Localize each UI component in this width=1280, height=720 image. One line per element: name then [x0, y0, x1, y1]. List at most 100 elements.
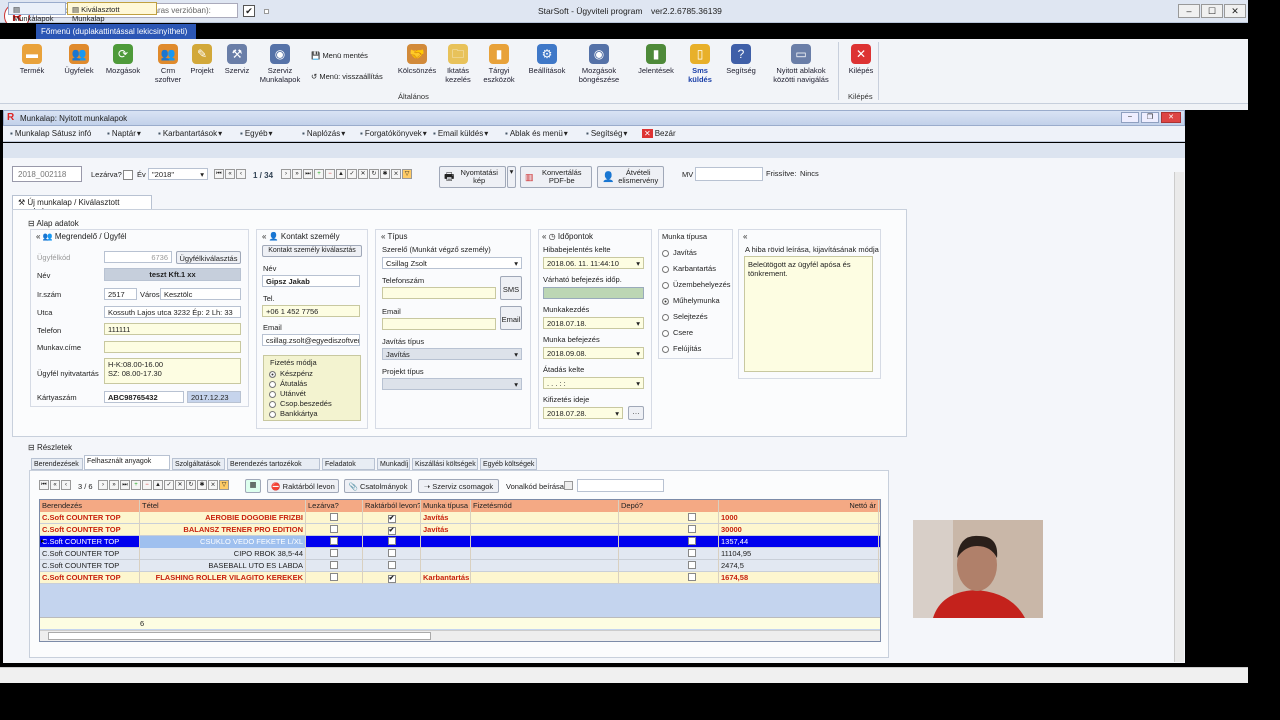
grid-prev-button[interactable]: ‹: [61, 480, 71, 490]
next-record-button[interactable]: ›: [281, 169, 291, 179]
detail-tab[interactable]: Kiszállási költségek: [412, 458, 478, 470]
prev-page-button[interactable]: «: [225, 169, 235, 179]
payment-option[interactable]: Bankkártya: [269, 409, 318, 418]
project-type-select[interactable]: ▾: [382, 378, 522, 390]
detail-tab[interactable]: Felhasznált anyagok: [84, 455, 170, 470]
next-page-button[interactable]: »: [292, 169, 302, 179]
filter-clear-button[interactable]: ⨯: [391, 169, 401, 179]
print-dropdown-button[interactable]: ▾: [507, 166, 516, 188]
mv-input[interactable]: [695, 167, 763, 181]
warehouse-confirm-checkbox[interactable]: ✔: [243, 5, 255, 17]
customer-code-input[interactable]: 6736: [104, 251, 172, 263]
grid-cell[interactable]: C.Soft COUNTER TOP: [40, 512, 140, 524]
work-type-option[interactable]: Karbantartás: [662, 264, 716, 273]
end-date-input[interactable]: 2018.09.08. ▾: [543, 347, 644, 359]
child-minimize-button[interactable]: –: [1121, 112, 1139, 123]
ribbon-szerviz-button[interactable]: ⚒ Szerviz: [224, 44, 250, 75]
ribbon-kölcsönzés-button[interactable]: 🤝 Kölcsönzés: [397, 44, 437, 75]
contact-phone-input[interactable]: +06 1 452 7756: [262, 305, 360, 317]
grid-hscroll[interactable]: [40, 630, 880, 641]
report-date-input[interactable]: 2018.06. 11. 11:44:10 ▾: [543, 257, 644, 269]
sms-button[interactable]: SMS: [500, 276, 522, 300]
minimize-button[interactable]: –: [1178, 4, 1200, 18]
ribbon-iktatás-kezelés-button[interactable]: 🗀 Iktatás kezelés: [444, 44, 472, 84]
ribbon-nyitott-ablakok-közötti-navigálás-button[interactable]: ▭ Nyitott ablakok közötti navigálás: [769, 44, 833, 84]
work-type-option[interactable]: Javítás: [662, 248, 697, 257]
details-header[interactable]: ⊟ Részletek: [28, 443, 72, 452]
email-button[interactable]: Email: [500, 306, 522, 330]
grid-cell[interactable]: FLASHING ROLLER VILAGITO KEREKEK: [140, 572, 306, 584]
menu-item-5[interactable]: ▪ Forgatókönyvek▾: [360, 129, 427, 138]
radio-icon[interactable]: [269, 380, 276, 388]
tab-selected-worksheet[interactable]: ▤ Kiválasztott Munkalap: [67, 2, 157, 23]
radio-icon[interactable]: [269, 410, 276, 418]
grid-prev-page-button[interactable]: «: [50, 480, 60, 490]
grid-checkbox[interactable]: [330, 513, 338, 521]
receipt-button[interactable]: 👤 Átvételi elismervény: [597, 166, 664, 188]
detail-tab[interactable]: Berendezések: [31, 458, 83, 470]
grid-column-header[interactable]: Lezárva?: [306, 500, 363, 512]
bookmark-button[interactable]: ✱: [380, 169, 390, 179]
menu-item-7[interactable]: ▪ Ablak és menü▾: [505, 129, 568, 138]
ribbon-beállítások-button[interactable]: ⚙ Beállítások: [528, 44, 566, 75]
grid-checkbox[interactable]: [387, 561, 396, 569]
radio-icon[interactable]: [662, 265, 669, 273]
fault-collapse[interactable]: «: [743, 232, 747, 241]
radio-icon[interactable]: [662, 297, 669, 305]
grid-checkbox[interactable]: [687, 561, 696, 569]
mechanic-select[interactable]: Csillag Zsolt ▾: [382, 257, 522, 269]
grid-checkbox[interactable]: [387, 537, 396, 545]
menu-save-button[interactable]: 💾 Menü mentés: [311, 51, 368, 60]
grid-cancel-button[interactable]: ✕: [175, 480, 185, 490]
grid-checkbox[interactable]: ✔: [387, 575, 396, 583]
grid-checkbox[interactable]: [687, 549, 696, 557]
repair-type-select[interactable]: Javítás ▾: [382, 348, 522, 360]
ribbon-tárgyi-eszközök-button[interactable]: ▮ Tárgyi eszközök: [481, 44, 517, 84]
card-input[interactable]: ABC98765432: [104, 391, 184, 403]
sub-tab-worksheet[interactable]: ⚒ Új munkalap / Kiválasztott munkalap: [12, 195, 152, 216]
radio-icon[interactable]: [662, 329, 669, 337]
grid-cell[interactable]: 1357,44: [719, 536, 879, 548]
grid-cell[interactable]: 30000: [719, 524, 879, 536]
grid-checkbox[interactable]: [687, 573, 696, 581]
table-row[interactable]: C.Soft COUNTER TOP AEROBIE DOGOBIE FRIZBI…: [40, 512, 880, 524]
table-row[interactable]: C.Soft COUNTER TOP BASEBALL UTO ES LABDA 2…: [40, 560, 880, 572]
grid-checkbox[interactable]: [330, 525, 338, 533]
ribbon-crm-szoftver-button[interactable]: 👥 Crm szoftver: [152, 44, 184, 84]
grid-cell[interactable]: C.Soft COUNTER TOP: [40, 572, 140, 584]
ribbon-szerviz-munkalapok-button[interactable]: ◉ Szerviz Munkalapok: [257, 44, 303, 84]
payment-option[interactable]: Csop.beszedés: [269, 399, 332, 408]
grid-cell[interactable]: BALANSZ TRENER PRO EDITION: [140, 524, 306, 536]
grid-cell[interactable]: 2474,5: [719, 560, 879, 572]
city-input[interactable]: Kesztölc: [160, 288, 241, 300]
delete-record-button[interactable]: −: [325, 169, 335, 179]
start-date-input[interactable]: 2018.07.18. ▾: [543, 317, 644, 329]
ribbon-mozgások-button[interactable]: ⟳ Mozgások: [104, 44, 142, 75]
radio-icon[interactable]: [269, 390, 276, 398]
grid-cell[interactable]: C.Soft COUNTER TOP: [40, 536, 140, 548]
grid-next-button[interactable]: ›: [98, 480, 108, 490]
grid-filter-button[interactable]: ▽: [219, 480, 229, 490]
zip-input[interactable]: 2517: [104, 288, 137, 300]
ribbon-mozgások-böngészése-button[interactable]: ◉ Mozgások böngészése: [575, 44, 623, 84]
close-button[interactable]: ✕: [1224, 4, 1246, 18]
grid-cell[interactable]: C.Soft COUNTER TOP: [40, 548, 140, 560]
grid-cell[interactable]: 11104,95: [719, 548, 879, 560]
work-type-option[interactable]: Selejtezés: [662, 312, 708, 321]
grid-cell[interactable]: 1674,58: [719, 572, 879, 584]
attachments-button[interactable]: 📎 Csatolmányok: [344, 479, 412, 493]
refresh-button[interactable]: ↻: [369, 169, 379, 179]
grid-checkbox[interactable]: [687, 537, 696, 545]
grid-cell[interactable]: AEROBIE DOGOBIE FRIZBI: [140, 512, 306, 524]
grid-checkbox[interactable]: [330, 561, 338, 569]
excel-export-button[interactable]: ▦: [245, 479, 261, 493]
type-phone-input[interactable]: [382, 287, 496, 299]
detail-tab[interactable]: Berendezés tartozékok: [227, 458, 320, 470]
expected-date-input[interactable]: [543, 287, 644, 299]
grid-refresh-button[interactable]: ↻: [186, 480, 196, 490]
grid-column-header[interactable]: Tétel: [140, 500, 306, 512]
confirm-button[interactable]: ✓: [347, 169, 357, 179]
year-select[interactable]: "2018" ▾: [148, 168, 208, 180]
grid-column-header[interactable]: Raktárból levon?: [363, 500, 421, 512]
detail-tab[interactable]: Szolgáltatások: [172, 458, 225, 470]
